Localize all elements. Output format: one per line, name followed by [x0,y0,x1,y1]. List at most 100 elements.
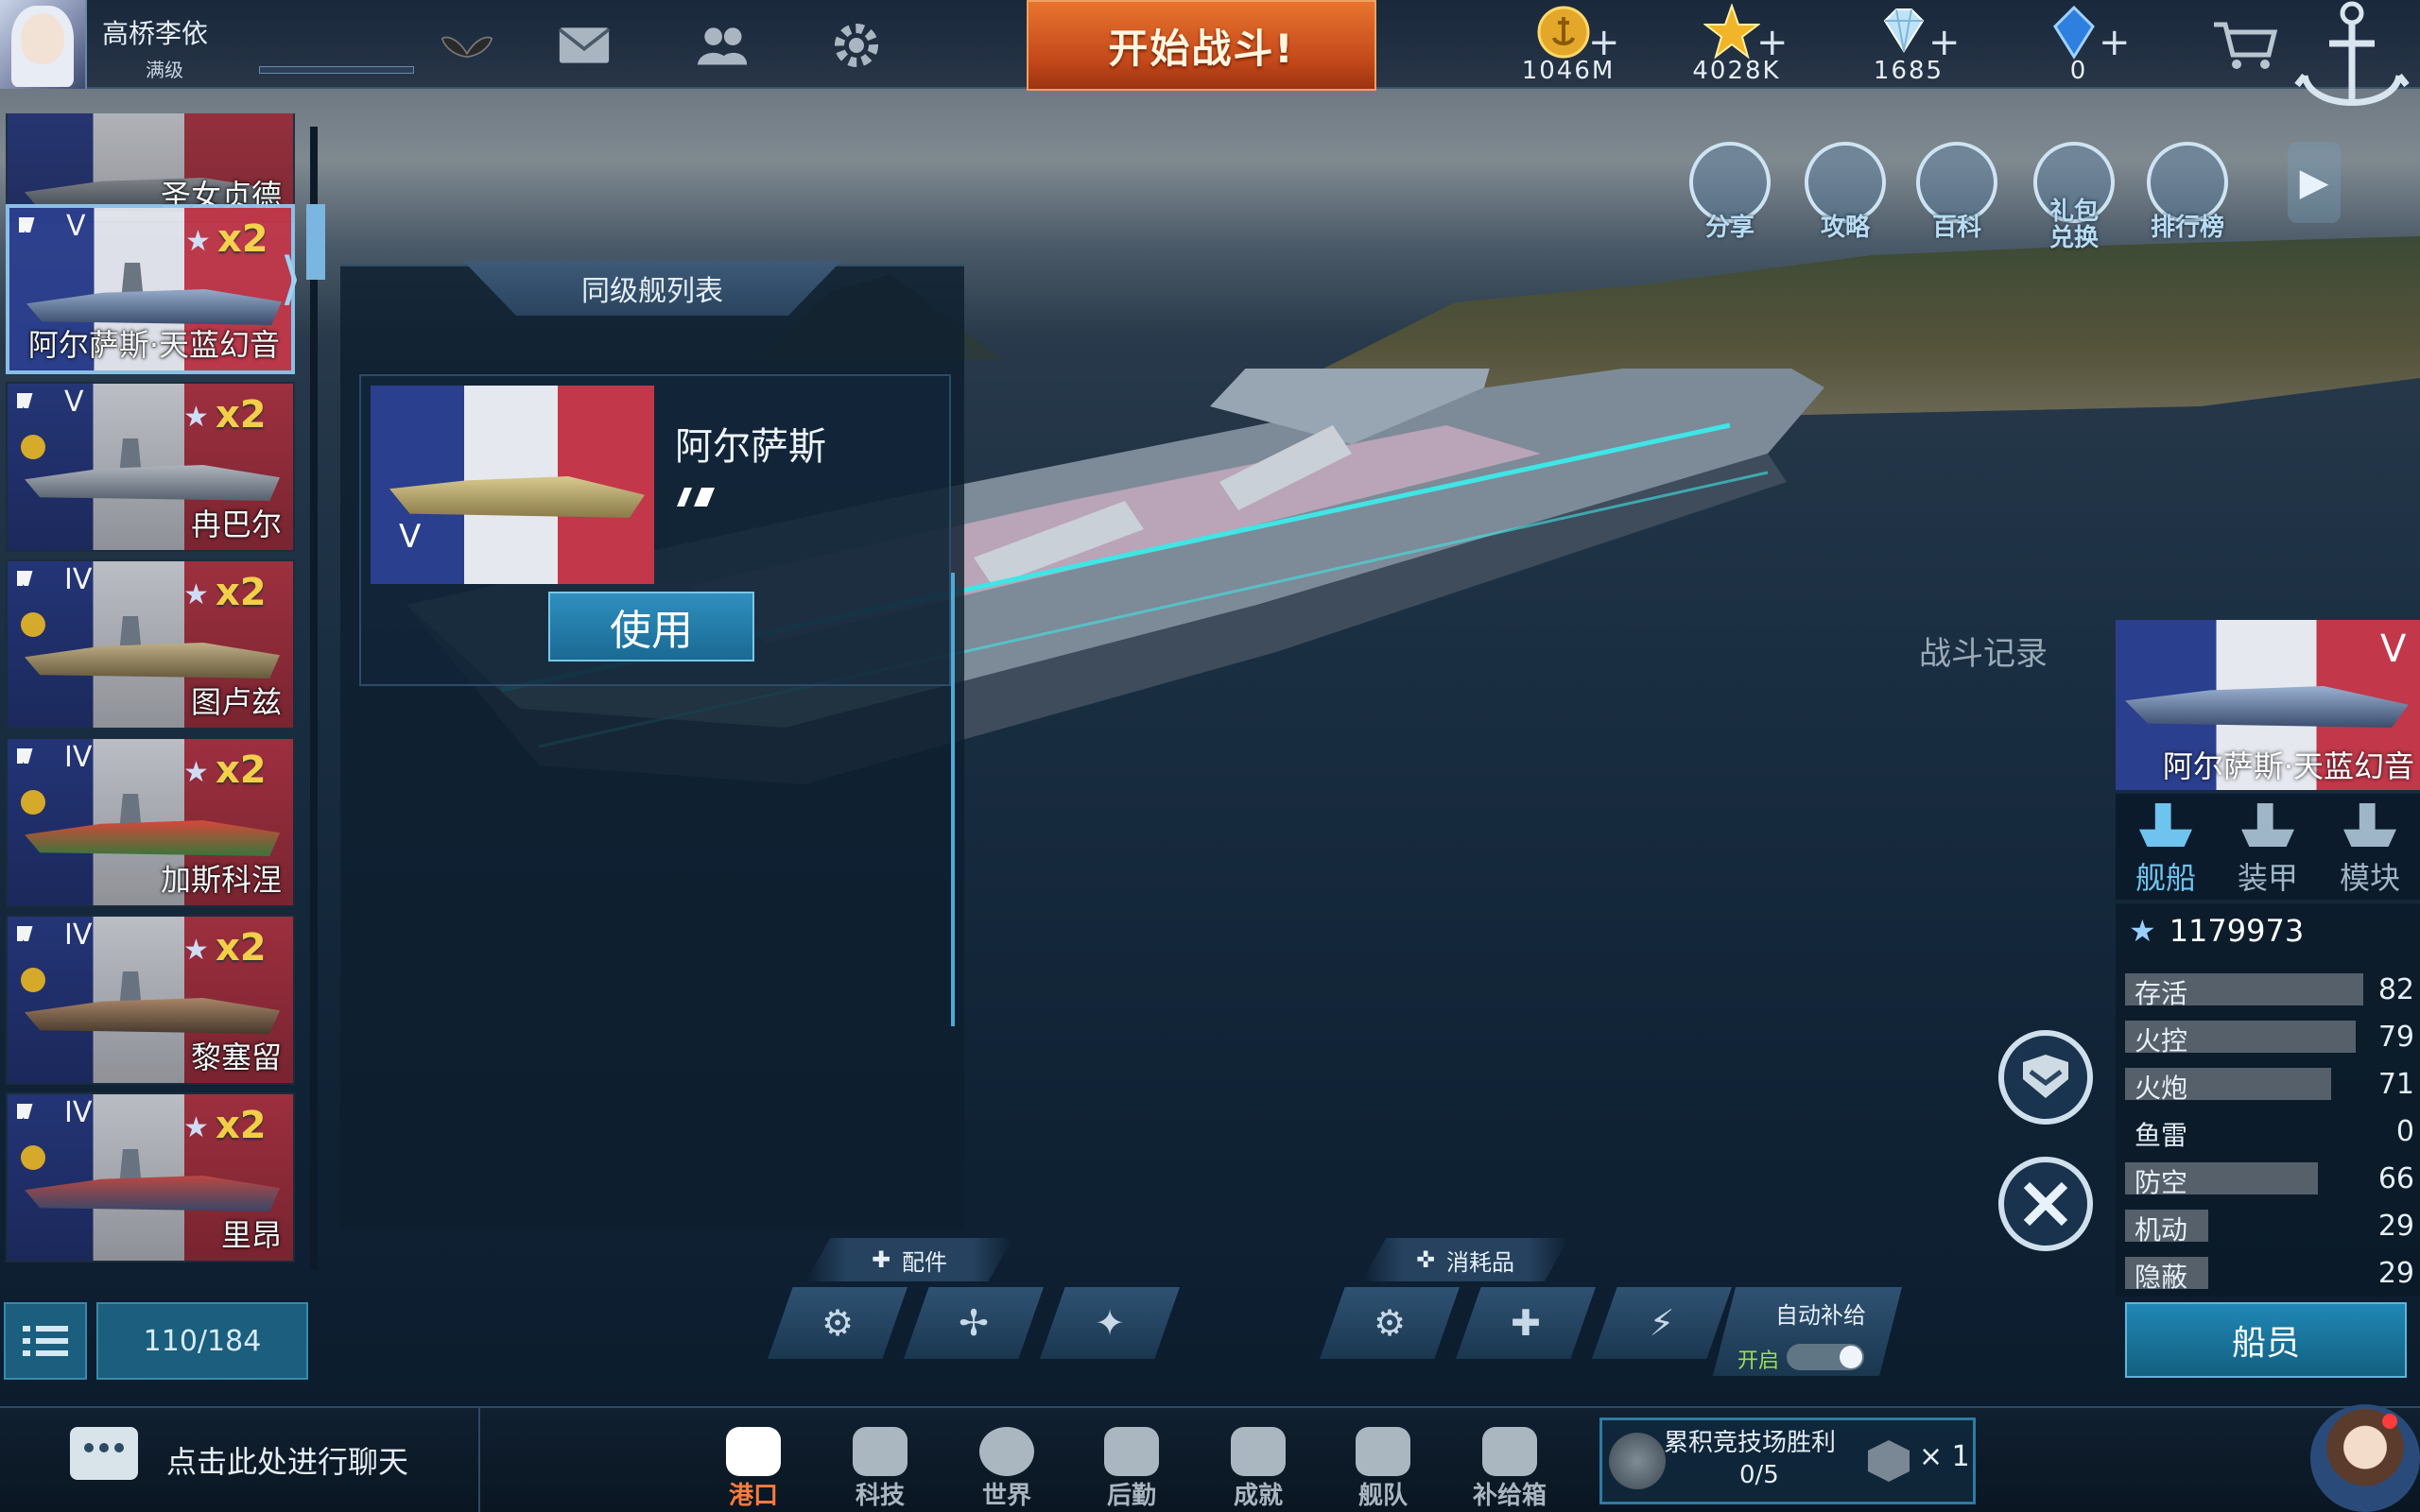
star-icon: ★ [183,578,209,611]
arena-task-progress: 0/5 [1739,1461,1779,1489]
xp-bar [259,66,414,74]
nav-fleet[interactable]: 舰队 [1331,1412,1435,1510]
ship-list-scrollbar[interactable] [310,127,318,1270]
nav-achievement[interactable]: 成就 [1206,1412,1310,1510]
assistant-avatar[interactable] [2310,1404,2420,1512]
parts-slot-1[interactable]: ⚙ [768,1287,908,1359]
anchor-logo-icon[interactable] [2291,0,2412,125]
stat-row: 火炮 71 [2125,1066,2414,1104]
consumable-slot-3[interactable]: ⚡ [1592,1287,1732,1359]
emblem-icon [2023,1055,2068,1098]
use-button[interactable]: 使用 [548,592,754,662]
crystal-value: 0 [2069,57,2088,85]
start-battle-button[interactable]: 开始战斗! [1027,0,1376,91]
nav-world[interactable]: 世界 [955,1412,1059,1510]
achievement-icon [1231,1427,1286,1476]
merit-resource[interactable]: + 4028K [1675,4,1798,89]
tab-armor[interactable]: 装甲 [2218,794,2318,900]
fire-extinguisher-icon: ⚙ [1373,1302,1407,1344]
player-level: 满级 [146,59,183,81]
crystal-resource[interactable]: + 0 [2017,4,2140,89]
fuel-part-icon: ⚙ [821,1302,855,1344]
merit-value: 4028K [1692,57,1781,85]
settings-gear-icon[interactable] [830,19,883,72]
tab-ship[interactable]: 舰船 [2116,794,2216,900]
supply-box-icon [1482,1427,1537,1476]
diamond-value: 1685 [1873,57,1945,85]
tab-modules[interactable]: 模块 [2320,794,2420,900]
star-icon: ★ [185,225,211,258]
ship-count: 110/184 [96,1302,308,1380]
tier-flag-icon [19,217,35,232]
world-globe-icon [979,1427,1034,1476]
chat-prompt[interactable]: 点击此处进行聊天 [166,1438,408,1482]
nav-logistics[interactable]: 后勤 [1080,1412,1184,1510]
arena-task-title: 累积竞技场胜利 [1664,1429,1837,1457]
parts-slot-2[interactable]: ✢ [904,1287,1044,1359]
nav-tech[interactable]: 科技 [828,1412,932,1510]
repair-kit-icon: ✚ [1511,1302,1541,1344]
friends-icon[interactable] [696,19,749,72]
notification-dot [2382,1414,2397,1429]
chevron-right-icon: ▶ [2299,161,2329,204]
battle-record-label[interactable]: 战斗记录 [1919,627,2048,674]
consumables-header: ✜ 消耗品 [1361,1238,1569,1281]
ship-card-selected[interactable]: V ★ x2 阿尔萨斯·天蓝幻音 [6,204,295,374]
share-button[interactable]: 分享 [1683,142,1777,246]
parts-header: ✚ 配件 [805,1238,1013,1281]
port-icon [726,1427,781,1476]
fleet-icon [1356,1427,1410,1476]
star-icon: ★ [2129,913,2156,949]
combat-power: ★ 1179973 [2129,913,2305,949]
rank-badge-icon [21,968,45,992]
auto-supply-toggle[interactable] [1787,1344,1864,1370]
mail-icon[interactable] [558,19,611,72]
rank-badge-icon [21,1145,45,1170]
stat-row: 防空 66 [2125,1160,2414,1198]
gold-resource[interactable]: + 1046M [1507,4,1630,89]
crew-button[interactable]: 船员 [2125,1302,2407,1378]
diamond-resource[interactable]: + 1685 [1847,4,1970,89]
armor-icon [2241,803,2294,847]
diamond-icon [1883,9,1925,53]
nav-supply-box[interactable]: 补给箱 [1458,1412,1562,1510]
ship-card[interactable]: V ★ x2 冉巴尔 [6,382,295,552]
auto-supply-state: 开启 [1737,1349,1780,1373]
rank-badge-icon [21,790,45,815]
star-merit-icon [1703,4,1760,60]
ship-detail-tier: V [2380,627,2407,671]
stat-row: 存活 82 [2125,971,2414,1009]
player-avatar[interactable] [0,0,87,89]
leaderboard-button[interactable]: 排行榜 [2140,142,2235,246]
shop-cart-icon[interactable] [2212,19,2278,72]
consumable-slot-2[interactable]: ✚ [1456,1287,1596,1359]
repair-tools-button[interactable] [1998,1157,2093,1251]
wiki-button[interactable]: 百科 [1910,142,2004,246]
wings-icon[interactable] [441,19,493,72]
ship-list-scroll-thumb[interactable] [306,204,325,280]
consumable-slot-1[interactable]: ⚙ [1320,1287,1460,1359]
parts-icon: ✚ [871,1246,891,1273]
consumables-icon: ✜ [1415,1246,1436,1273]
same-tier-scrollbar[interactable] [951,573,955,1026]
same-tier-ship-thumbnail: V [371,386,654,584]
expand-arrow-button[interactable]: ▶ [2288,142,2341,223]
rank-emblem-button[interactable] [1998,1030,2093,1125]
nav-port[interactable]: 港口 [701,1412,805,1510]
rank-badge-icon [21,435,45,459]
list-menu-button[interactable] [4,1302,87,1380]
guide-button[interactable]: 攻略 [1798,142,1893,246]
gold-anchor-icon [1537,6,1590,59]
ship-card[interactable]: IV ★ x2 加斯科涅 [6,737,295,907]
ship-card[interactable]: IV ★ x2 黎塞留 [6,915,295,1085]
gift-exchange-button[interactable]: 礼包兑换 [2027,142,2121,251]
ship-card[interactable]: IV ★ x2 图卢兹 [6,559,295,730]
stat-row: 机动 29 [2125,1208,2414,1246]
star-icon: ★ [183,1111,209,1144]
ship-list[interactable]: 圣女贞德 V ★ x2 阿尔萨斯·天蓝幻音 V ★ x2 冉巴尔 IV ★ x2… [0,113,312,1285]
ship-card[interactable]: IV ★ x2 里昂 [6,1092,295,1263]
tech-icon [853,1427,908,1476]
parts-slot-3[interactable]: ✦ [1040,1287,1180,1359]
chevron-right-icon: ⟩ [280,246,302,312]
propeller-part-icon: ✢ [959,1302,989,1344]
